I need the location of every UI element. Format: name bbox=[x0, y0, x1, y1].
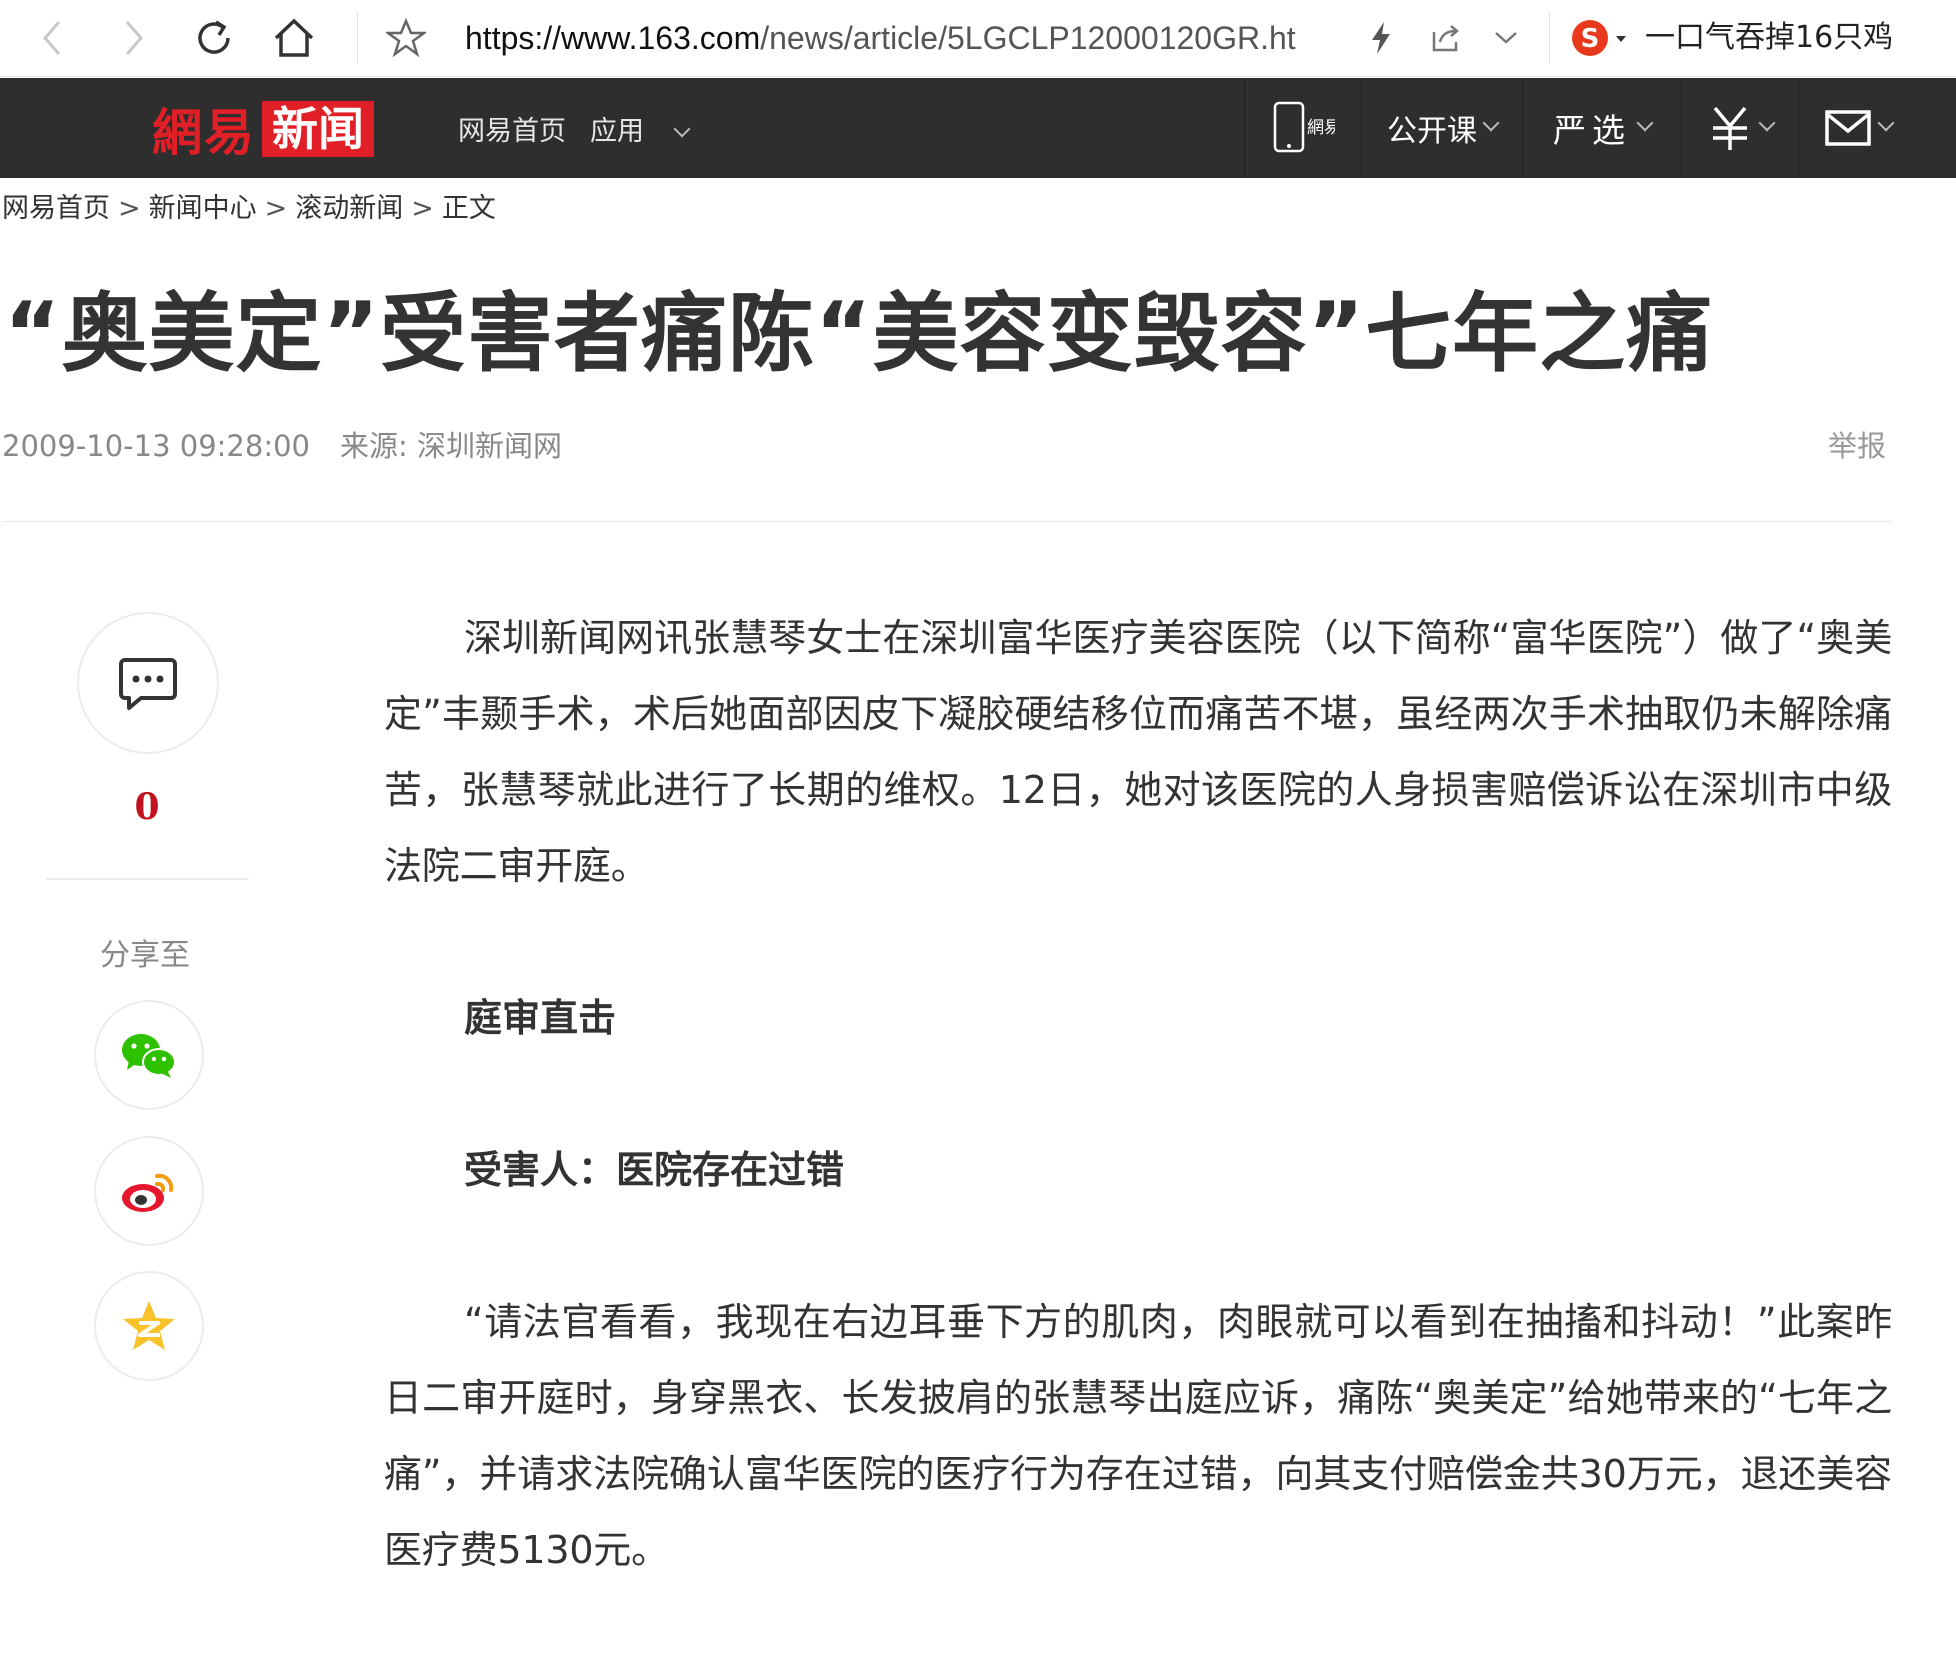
article-source[interactable]: 来源: 深圳新闻网 bbox=[340, 429, 562, 463]
breadcrumb-separator: > bbox=[264, 193, 288, 224]
publish-date: 2009-10-13 09:28:00 bbox=[2, 429, 310, 463]
yen-icon bbox=[1713, 106, 1747, 150]
url-host: https://www.163.com bbox=[465, 20, 761, 56]
breadcrumb: 网易首页 > 新闻中心 > 滚动新闻 > 正文 bbox=[2, 186, 496, 225]
report-link[interactable]: 举报 bbox=[1828, 423, 1886, 465]
share-label: 分享至 bbox=[100, 938, 190, 973]
share-qzone-button[interactable] bbox=[94, 1271, 204, 1381]
site-nav-bar: 網易 新闻 网易首页 应用 網易 公开课 严选 bbox=[0, 78, 1956, 178]
nav-link-home[interactable]: 网易首页 bbox=[458, 109, 566, 148]
app-label: 網易 bbox=[1307, 118, 1335, 138]
payment-button[interactable] bbox=[1681, 78, 1798, 178]
qzone-star-icon bbox=[123, 1301, 175, 1350]
mail-button[interactable] bbox=[1798, 78, 1917, 178]
breadcrumb-home[interactable]: 网易首页 bbox=[2, 193, 110, 224]
yanxuan-button[interactable]: 严选 bbox=[1522, 78, 1681, 178]
svg-text:S: S bbox=[1581, 24, 1600, 54]
chevron-down-icon bbox=[1482, 114, 1500, 132]
nav-link-apps-label: 应用 bbox=[590, 115, 644, 147]
url-path: /news/article/5LGCLP12000120GR.ht bbox=[760, 20, 1296, 56]
home-icon[interactable] bbox=[268, 10, 320, 66]
breadcrumb-separator: > bbox=[118, 193, 141, 224]
chevron-down-icon bbox=[1636, 114, 1654, 132]
article-body: 深圳新闻网讯张慧琴女士在深圳富华医疗美容医院（以下简称“富华医院”）做了“奥美定… bbox=[384, 600, 1892, 1664]
logo-netease: 網易 bbox=[152, 103, 256, 162]
chevron-down-icon[interactable] bbox=[1486, 10, 1526, 66]
open-course-label: 公开课 bbox=[1387, 114, 1477, 149]
mail-icon bbox=[1825, 110, 1871, 146]
open-course-button[interactable]: 公开课 bbox=[1361, 78, 1522, 178]
address-bar[interactable]: https://www.163.com/news/article/5LGCLP1… bbox=[465, 14, 1327, 62]
article-title: “奥美定”受害者痛陈“美容变毁容”七年之痛 bbox=[4, 284, 1714, 384]
nav-links: 网易首页 应用 bbox=[458, 78, 712, 178]
wechat-icon bbox=[122, 1034, 176, 1078]
comment-count[interactable]: 0 bbox=[132, 786, 162, 828]
breadcrumb-rolling-news[interactable]: 滚动新闻 bbox=[295, 193, 403, 224]
chevron-down-icon bbox=[673, 120, 691, 137]
divider bbox=[2, 521, 1892, 522]
nav-link-apps[interactable]: 应用 bbox=[590, 109, 691, 148]
toolbar-divider bbox=[357, 12, 358, 64]
share-page-icon[interactable] bbox=[1424, 10, 1468, 66]
article-subhead: 庭审直击 bbox=[464, 996, 617, 1040]
mobile-app-button[interactable]: 網易 bbox=[1244, 78, 1361, 178]
toolbar-divider bbox=[1549, 12, 1550, 64]
share-weibo-button[interactable] bbox=[94, 1136, 204, 1246]
comment-button[interactable] bbox=[77, 612, 219, 754]
search-suggestion[interactable]: 一口气吞掉16只鸡 bbox=[1645, 14, 1893, 62]
weibo-icon bbox=[122, 1173, 174, 1212]
bookmark-star-icon[interactable] bbox=[384, 10, 428, 66]
breadcrumb-current: 正文 bbox=[441, 193, 496, 224]
nav-right-group: 網易 公开课 严选 bbox=[1244, 78, 1917, 178]
breadcrumb-separator: > bbox=[411, 193, 434, 224]
chevron-down-icon bbox=[1758, 114, 1776, 132]
yanxuan-label: 严选 bbox=[1553, 111, 1631, 150]
article-meta: 2009-10-13 09:28:00 来源: 深圳新闻网 bbox=[2, 423, 562, 465]
article-subhead: 受害人：医院存在过错 bbox=[464, 1148, 845, 1192]
browser-toolbar: https://www.163.com/news/article/5LGCLP1… bbox=[0, 0, 1956, 77]
mobile-phone-icon: 網易 bbox=[1273, 101, 1335, 153]
side-divider bbox=[46, 878, 249, 880]
lightning-icon[interactable] bbox=[1364, 10, 1398, 66]
forward-icon[interactable] bbox=[112, 10, 156, 66]
netease-news-logo[interactable]: 網易 新闻 bbox=[152, 100, 374, 162]
article-paragraph: “请法官看看，我现在右边耳垂下方的肌肉，肉眼就可以看到在抽搐和抖动！”此案昨日二… bbox=[384, 1300, 1892, 1572]
article-paragraph: 深圳新闻网讯张慧琴女士在深圳富华医疗美容医院（以下简称“富华医院”）做了“奥美定… bbox=[384, 616, 1892, 888]
search-engine-icon[interactable]: S bbox=[1566, 10, 1632, 66]
comment-bubble-icon bbox=[119, 658, 177, 710]
logo-news: 新闻 bbox=[262, 101, 374, 157]
reload-icon[interactable] bbox=[188, 10, 240, 66]
share-wechat-button[interactable] bbox=[94, 1000, 204, 1110]
breadcrumb-news-center[interactable]: 新闻中心 bbox=[149, 193, 257, 224]
chevron-down-icon bbox=[1877, 114, 1895, 132]
back-icon[interactable] bbox=[30, 10, 74, 66]
